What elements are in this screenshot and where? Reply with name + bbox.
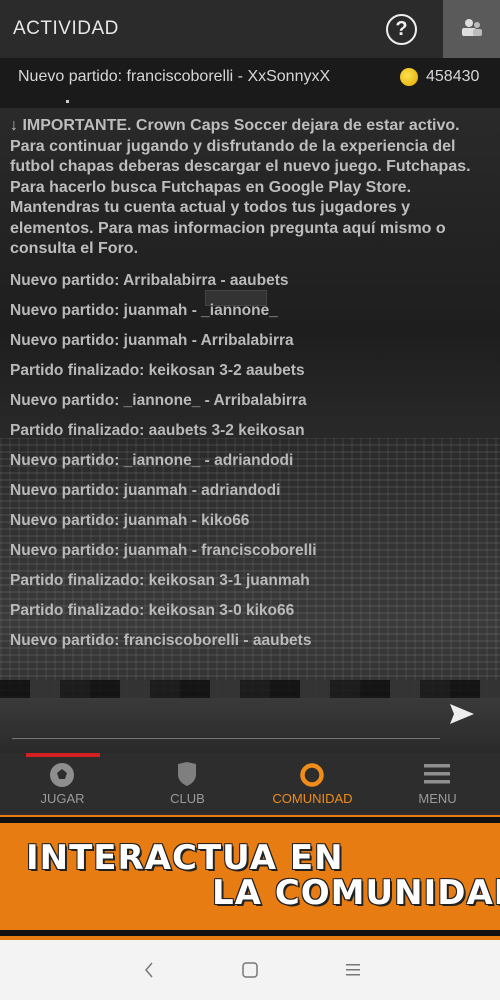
feed-item: Nuevo partido: franciscoborelli - aaubet… [10,631,312,649]
users-icon [462,19,482,36]
coin-icon [400,68,418,86]
feed-item: Nuevo partido: Arribalabirra - aaubets [10,271,289,289]
feed-item: Nuevo partido: _iannone_ - Arribalabirra [10,391,307,409]
banner-line-1: INTERACTUA EN [26,838,344,878]
tab-comunidad[interactable]: COMUNIDAD [250,753,375,815]
current-match-text: Nuevo partido: franciscoborelli - XxSonn… [18,68,331,85]
help-button[interactable]: ? [386,14,417,45]
tab-comunidad-label: COMUNIDAD [272,791,353,806]
feed-item: Partido finalizado: aaubets 3-2 keikosan [10,421,305,439]
feed-item: Partido finalizado: keikosan 3-1 juanmah [10,571,310,589]
feed-item: Nuevo partido: juanmah - franciscoborell… [10,541,317,559]
banner-stripe [0,817,500,823]
activity-feed: ↓ IMPORTANTE. Crown Caps Soccer dejara d… [10,116,495,656]
message-input[interactable] [12,738,440,739]
tab-jugar[interactable]: JUGAR [0,753,125,815]
tab-menu-label: MENU [418,791,457,806]
coin-balance: 458430 [426,68,480,85]
send-button[interactable] [448,702,476,731]
system-navigation-bar [0,940,500,1000]
send-icon [450,704,474,724]
community-ring-icon [300,763,324,787]
important-notice: ↓ IMPORTANTE. Crown Caps Soccer dejara d… [10,117,471,257]
tab-menu[interactable]: MENU [375,753,500,815]
feed-item: Partido finalizado: keikosan 3-0 kiko66 [10,601,295,619]
feed-item: Nuevo partido: juanmah - Arribalabirra [10,331,294,349]
question-circle-icon: ? [395,18,408,40]
back-icon[interactable] [143,962,155,978]
feed-item: Nuevo partido: juanmah - kiko66 [10,511,250,529]
tab-club-label: CLUB [170,791,205,806]
soccer-ball-icon [50,763,74,787]
tab-club[interactable]: CLUB [125,753,250,815]
top-bar: ACTIVIDAD ? [0,0,500,58]
feed-item: Partido finalizado: keikosan 3-2 aaubets [10,361,305,379]
banner-line-2: LA COMUNIDAD [212,873,500,913]
profile-button[interactable] [443,0,500,58]
feed-item: Nuevo partido: juanmah - adriandodi [10,481,281,499]
hamburger-menu-icon [424,764,450,784]
divider-dot [66,100,69,103]
feed-item: Nuevo partido: juanmah - _iannone_ [10,301,278,319]
feed-item: Nuevo partido: _iannone_ - adriandodi [10,451,294,469]
recents-icon[interactable] [345,963,361,977]
shield-icon [178,762,196,786]
page-title: ACTIVIDAD [13,18,119,39]
pitch-graphic [0,698,500,753]
banner-stripe [0,930,500,936]
tab-jugar-label: JUGAR [40,791,85,806]
bottom-navigation: JUGAR CLUB COMUNIDAD MENU [0,753,500,815]
home-icon[interactable] [242,962,258,978]
